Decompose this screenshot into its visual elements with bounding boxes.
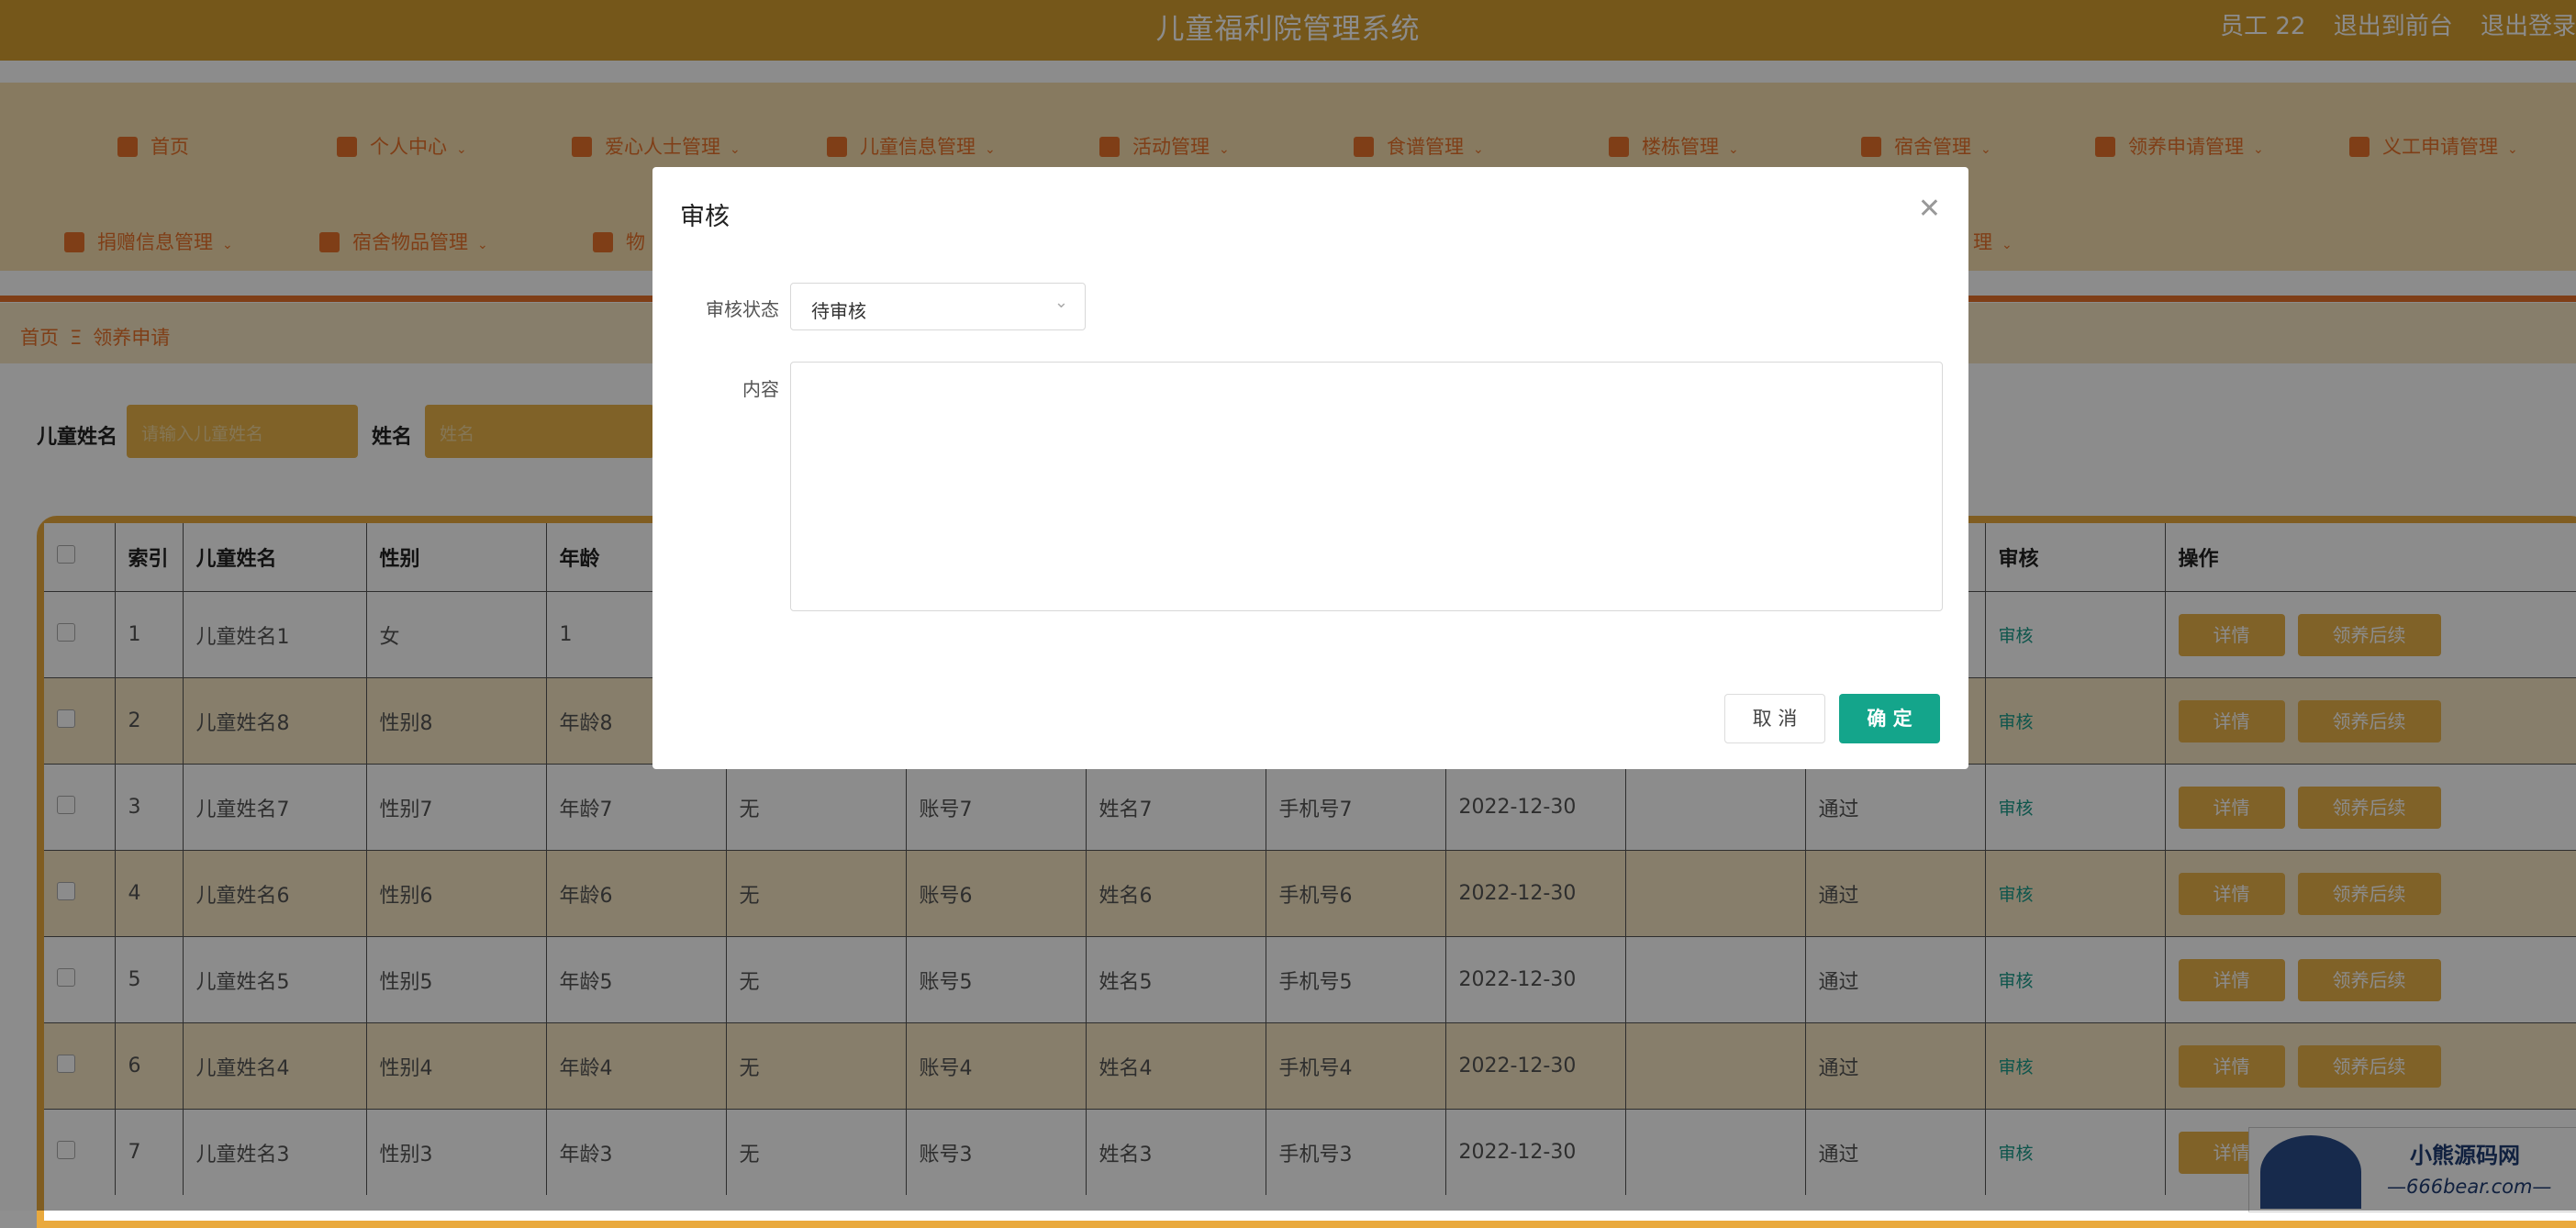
chevron-down-icon: ⌄	[1054, 293, 1068, 312]
cancel-button[interactable]: 取 消	[1724, 694, 1825, 743]
audit-dialog: 审核 ✕ 审核状态 待审核 ⌄ 内容 取 消 确 定	[652, 167, 1968, 769]
status-select[interactable]: 待审核 ⌄	[790, 283, 1086, 330]
close-icon[interactable]: ✕	[1918, 193, 1941, 225]
dialog-title: 审核	[680, 203, 730, 231]
content-textarea[interactable]	[790, 362, 1943, 611]
content-label: 内容	[742, 378, 779, 400]
confirm-button[interactable]: 确 定	[1839, 694, 1940, 743]
status-label: 审核状态	[706, 298, 779, 320]
status-value: 待审核	[811, 300, 866, 322]
